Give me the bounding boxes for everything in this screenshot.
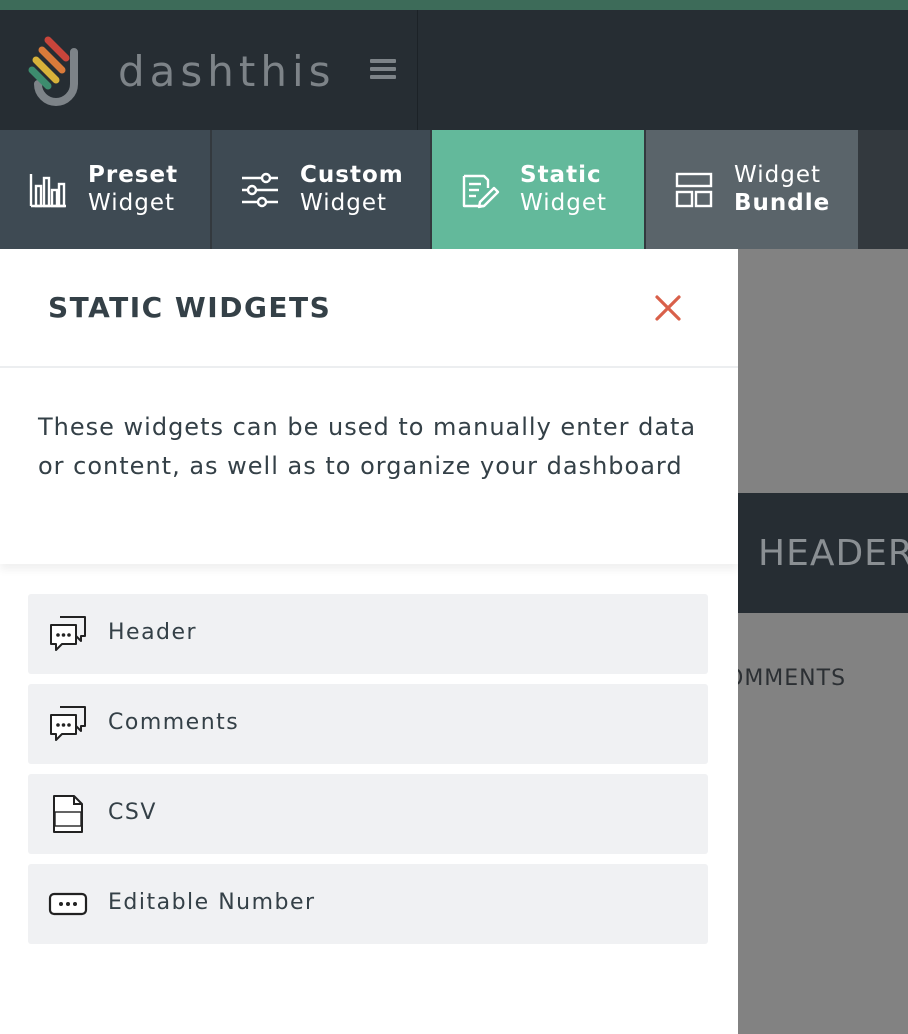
close-icon[interactable] (652, 292, 684, 324)
widget-item-label: Editable Number (108, 890, 316, 915)
tab-preset-widget[interactable]: Preset Widget (0, 130, 210, 249)
dashthis-logo-icon[interactable] (26, 34, 96, 110)
tab-custom-line1: Custom (300, 162, 404, 188)
chat-bubbles-icon (50, 616, 86, 651)
widget-item-label: Header (108, 620, 198, 645)
layout-icon (675, 172, 713, 208)
tab-bundle-line2: Bundle (734, 190, 831, 216)
bar-chart-icon (29, 174, 66, 208)
tab-preset-line1: Preset (88, 162, 179, 188)
brand-name: dashthis (118, 47, 336, 96)
static-widget-list: Header Comments CSV Editable Number (28, 594, 708, 954)
panel-description-section: These widgets can be used to manually en… (0, 370, 738, 564)
panel-title: STATIC WIDGETS (48, 291, 332, 324)
sliders-icon (242, 172, 278, 208)
static-widgets-panel: STATIC WIDGETS These widgets can be used… (0, 249, 738, 1034)
panel-description: These widgets can be used to manually en… (38, 413, 697, 480)
background-comments-text: OMMENTS (726, 666, 847, 691)
tab-static-line2: Widget (520, 190, 607, 216)
tab-static-widget[interactable]: Static Widget (432, 130, 644, 249)
widget-item-label: Comments (108, 710, 240, 735)
brand-area: dashthis (0, 10, 418, 130)
tab-bundle-line1: Widget (734, 162, 821, 188)
widget-item-comments[interactable]: Comments (28, 684, 708, 764)
widget-item-editable-number[interactable]: Editable Number (28, 864, 708, 944)
background-header-text: HEADER (758, 533, 908, 574)
panel-header: STATIC WIDGETS (0, 249, 738, 368)
top-accent-strip (0, 0, 908, 10)
widget-item-csv[interactable]: CSV (28, 774, 708, 854)
tab-static-line1: Static (520, 162, 602, 188)
chat-bubbles-icon (50, 706, 86, 741)
widget-item-label: CSV (108, 800, 157, 825)
tab-custom-widget[interactable]: Custom Widget (212, 130, 430, 249)
tab-widget-bundle[interactable]: Widget Bundle (646, 130, 858, 249)
hamburger-menu-icon[interactable] (370, 59, 396, 85)
widget-type-tabs: Preset Widget Custom Widget Static Widge… (0, 130, 908, 249)
number-box-icon (48, 892, 88, 916)
tab-preset-line2: Widget (88, 190, 175, 216)
widget-item-header[interactable]: Header (28, 594, 708, 674)
tab-custom-line2: Widget (300, 190, 387, 216)
top-bar: dashthis (0, 10, 908, 130)
csv-file-icon (53, 795, 83, 833)
edit-document-icon (462, 174, 500, 209)
